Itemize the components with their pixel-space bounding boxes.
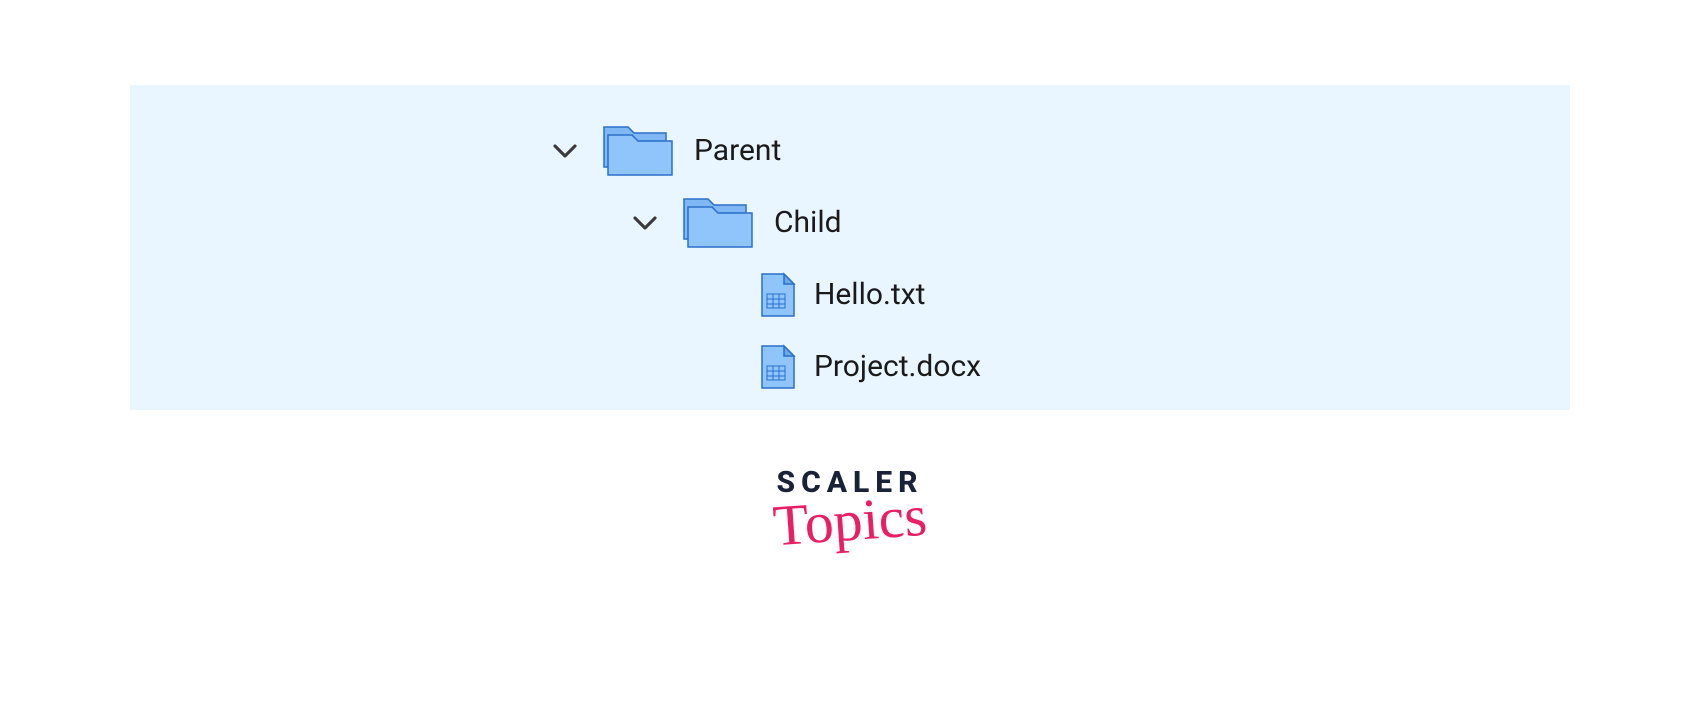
scaler-topics-logo: SCALER Topics: [720, 465, 980, 545]
chevron-down-icon[interactable]: [630, 208, 660, 238]
tree-row-file-hello[interactable]: Hello.txt: [760, 259, 1570, 331]
tree-row-file-project[interactable]: Project.docx: [760, 331, 1570, 403]
file-label-project: Project.docx: [814, 352, 981, 382]
chevron-down-icon[interactable]: [550, 136, 580, 166]
folder-icon: [678, 197, 756, 249]
folder-label-parent: Parent: [694, 136, 781, 166]
file-tree: Parent Child Hello.txt: [550, 115, 1570, 403]
folder-label-child: Child: [774, 208, 842, 238]
tree-row-parent[interactable]: Parent: [550, 115, 1570, 187]
file-icon: [760, 344, 796, 390]
file-label-hello: Hello.txt: [814, 280, 925, 310]
tree-panel: Parent Child Hello.txt: [130, 85, 1570, 410]
file-icon: [760, 272, 796, 318]
logo-text-topics: Topics: [772, 491, 929, 551]
tree-row-child[interactable]: Child: [630, 187, 1570, 259]
folder-icon: [598, 125, 676, 177]
